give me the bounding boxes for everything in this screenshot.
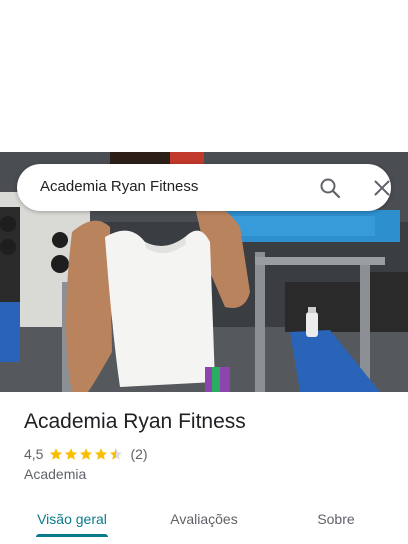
search-icon[interactable] — [318, 176, 342, 200]
tab-about[interactable]: Sobre — [300, 494, 372, 544]
star-icon — [80, 448, 93, 460]
star-icon — [65, 448, 78, 460]
review-count[interactable]: (2) — [130, 446, 147, 462]
tab-reviews[interactable]: Avaliações — [155, 494, 253, 544]
tab-about-label: Sobre — [317, 511, 355, 527]
half-star-icon — [110, 448, 123, 460]
star-icon — [50, 448, 63, 460]
search-query[interactable]: Academia Ryan Fitness — [40, 178, 198, 195]
place-category[interactable]: Academia — [24, 466, 86, 482]
rating-value: 4,5 — [24, 446, 44, 462]
close-icon[interactable] — [370, 176, 394, 200]
star-icon — [95, 448, 108, 460]
tab-bar: Visão geral Avaliações Sobre — [0, 494, 408, 544]
place-info: Academia Ryan Fitness 4,5 (2) Academia V… — [0, 392, 408, 544]
rating-row[interactable]: 4,5 (2) — [24, 445, 148, 463]
place-title: Academia Ryan Fitness — [24, 410, 246, 433]
place-panel: Academia Ryan Fitness Academia Ryan Fitn… — [0, 0, 408, 544]
tab-overview-label: Visão geral — [37, 511, 107, 527]
star-rating — [49, 447, 124, 461]
tab-reviews-label: Avaliações — [170, 511, 238, 527]
active-tab-indicator — [36, 534, 108, 537]
search-bar[interactable]: Academia Ryan Fitness — [17, 164, 391, 211]
top-blank-area — [0, 0, 408, 152]
